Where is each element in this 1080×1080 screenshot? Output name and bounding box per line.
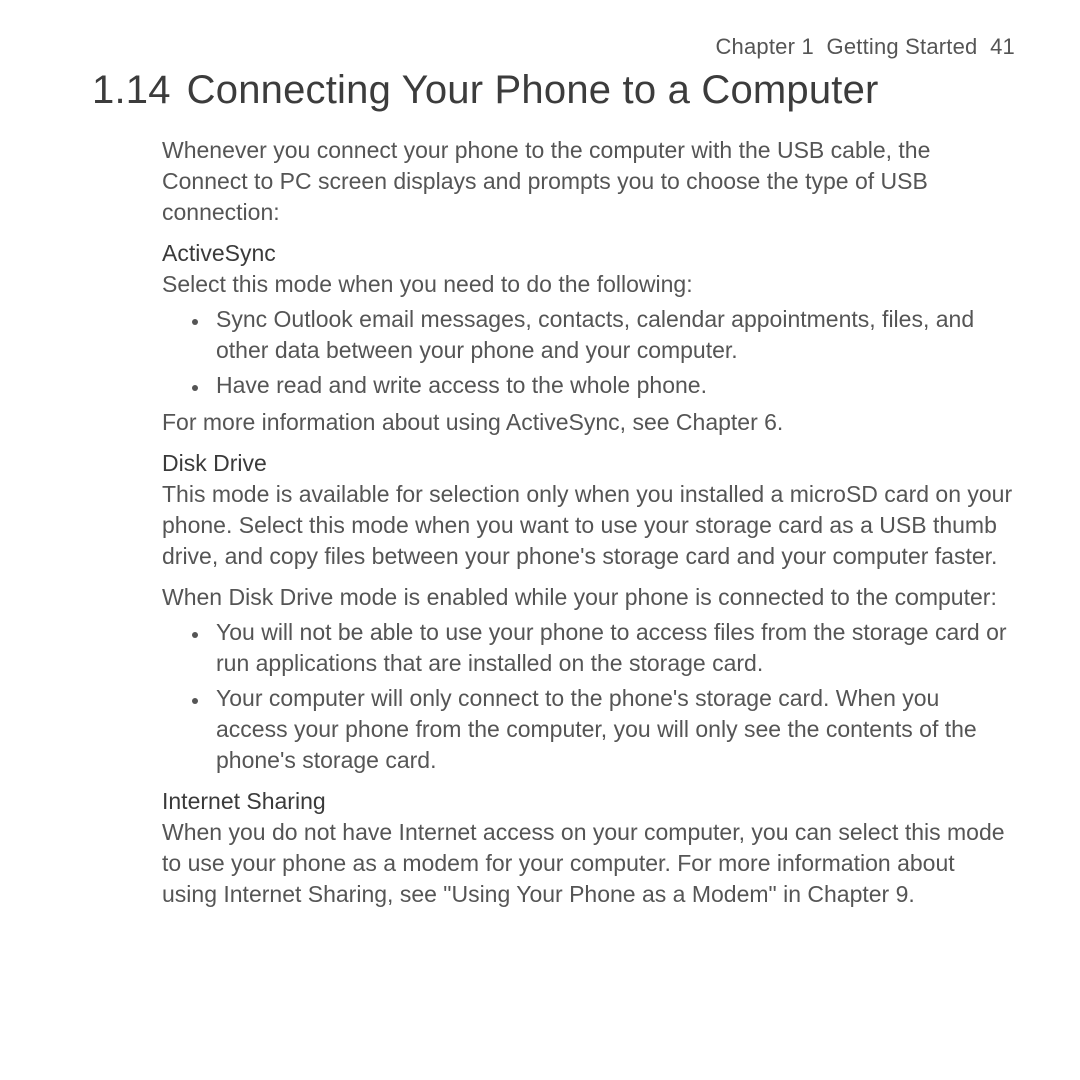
activesync-list: Sync Outlook email messages, contacts, c… (162, 304, 1015, 401)
list-item: Sync Outlook email messages, contacts, c… (210, 304, 1015, 366)
list-item: Your computer will only connect to the p… (210, 683, 1015, 776)
section-title: Connecting Your Phone to a Computer (187, 68, 879, 113)
activesync-tail: For more information about using ActiveS… (162, 407, 1015, 438)
section-number: 1.14 (92, 68, 171, 113)
body: Whenever you connect your phone to the c… (162, 135, 1015, 910)
chapter-title: Getting Started (827, 34, 978, 59)
page: Chapter 1 Getting Started 41 1.14 Connec… (0, 0, 1080, 1080)
diskdrive-list: You will not be able to use your phone t… (162, 617, 1015, 776)
list-item: Have read and write access to the whole … (210, 370, 1015, 401)
running-header: Chapter 1 Getting Started 41 (98, 34, 1015, 60)
internet-body: When you do not have Internet access on … (162, 817, 1015, 910)
subheading-activesync: ActiveSync (162, 238, 1015, 269)
activesync-lead: Select this mode when you need to do the… (162, 269, 1015, 300)
subheading-internet: Internet Sharing (162, 786, 1015, 817)
intro-paragraph: Whenever you connect your phone to the c… (162, 135, 1015, 228)
subheading-diskdrive: Disk Drive (162, 448, 1015, 479)
diskdrive-lead1: This mode is available for selection onl… (162, 479, 1015, 572)
section-heading: 1.14 Connecting Your Phone to a Computer (92, 68, 1015, 113)
diskdrive-lead2: When Disk Drive mode is enabled while yo… (162, 582, 1015, 613)
list-item: You will not be able to use your phone t… (210, 617, 1015, 679)
page-number: 41 (990, 34, 1015, 59)
chapter-label: Chapter 1 (715, 34, 813, 59)
